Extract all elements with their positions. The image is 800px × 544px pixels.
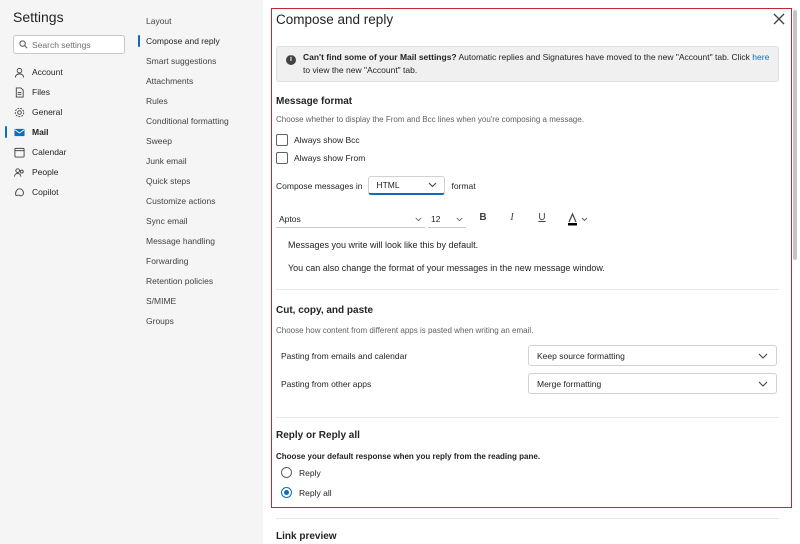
compose-format-select[interactable]: HTML — [368, 176, 446, 195]
message-format-heading: Message format — [276, 96, 353, 107]
chevron-down-icon — [415, 217, 422, 221]
paste-emails-label: Pasting from emails and calendar — [281, 351, 408, 361]
nav2-item-quick-steps[interactable]: Quick steps — [146, 175, 190, 187]
italic-button[interactable]: I — [505, 212, 519, 223]
nav-item-files[interactable]: Files — [14, 84, 50, 100]
always-show-from-checkbox[interactable]: Always show From — [276, 152, 365, 164]
person-icon — [14, 67, 25, 78]
nav2-item-message-handling[interactable]: Message handling — [146, 235, 215, 247]
checkbox-box[interactable] — [276, 152, 288, 164]
banner-text: Automatic replies and Signatures have mo… — [456, 52, 753, 62]
nav-item-people[interactable]: People — [14, 164, 58, 180]
nav2-item-junk-email[interactable]: Junk email — [146, 155, 187, 167]
nav-item-copilot[interactable]: Copilot — [14, 184, 58, 200]
nav2-item-layout[interactable]: Layout — [146, 15, 172, 27]
compose-label: Compose messages in — [276, 180, 363, 191]
nav2-item-compose-and-reply[interactable]: Compose and reply — [146, 35, 220, 47]
chevron-down-icon — [429, 182, 437, 188]
reply-heading: Reply or Reply all — [276, 430, 360, 441]
cut-copy-paste-desc: Choose how content from different apps i… — [276, 326, 534, 335]
banner-bold: Can't find some of your Mail settings? — [303, 52, 457, 62]
nav-item-general[interactable]: General — [14, 104, 62, 120]
paste-other-apps-label: Pasting from other apps — [281, 379, 372, 389]
always-show-bcc-checkbox[interactable]: Always show Bcc — [276, 134, 360, 146]
nav2-item-forwarding[interactable]: Forwarding — [146, 255, 189, 267]
file-icon — [14, 86, 25, 98]
format-toolbar: Aptos 12 — [276, 210, 466, 229]
bold-button[interactable]: B — [476, 212, 490, 223]
radio-circle[interactable] — [281, 467, 292, 478]
compose-format-row: Compose messages in HTML format — [276, 176, 476, 195]
font-size-select[interactable]: 12 — [428, 211, 466, 228]
nav2-item-smime[interactable]: S/MIME — [146, 295, 176, 307]
compose-suffix: format — [451, 180, 476, 191]
banner-text-2: to view the new "Account" tab. — [303, 65, 418, 75]
radio-circle-selected[interactable] — [281, 487, 292, 498]
nav2-item-smart-suggestions[interactable]: Smart suggestions — [146, 55, 216, 67]
settings-title: Settings — [13, 9, 64, 25]
bold-icon: B — [479, 212, 487, 223]
copilot-icon — [14, 187, 25, 198]
page-title: Compose and reply — [276, 12, 394, 27]
chevron-down-icon — [758, 353, 768, 359]
paste-emails-dropdown[interactable]: Keep source formatting — [528, 345, 777, 366]
divider — [276, 417, 779, 418]
nav2-item-sweep[interactable]: Sweep — [146, 135, 172, 147]
reply-all-radio[interactable]: Reply all — [281, 487, 332, 498]
message-format-desc: Choose whether to display the From and B… — [276, 115, 584, 124]
paste-other-apps-dropdown[interactable]: Merge formatting — [528, 373, 777, 394]
active-indicator — [5, 126, 7, 138]
preview-line-2: You can also change the format of your m… — [288, 263, 605, 273]
divider — [276, 289, 779, 290]
nav2-active-indicator — [138, 35, 140, 47]
font-select[interactable]: Aptos — [276, 211, 425, 228]
nav-item-calendar[interactable]: Calendar — [14, 144, 67, 160]
preview-line-1: Messages you write will look like this b… — [288, 240, 479, 250]
mail-icon — [14, 127, 25, 138]
nav-item-mail[interactable]: Mail — [14, 124, 49, 140]
settings-nav: Settings Search settings Account Files G… — [0, 0, 135, 544]
nav2-item-customize-actions[interactable]: Customize actions — [146, 195, 215, 207]
nav-item-account[interactable]: Account — [14, 64, 63, 80]
reply-desc: Choose your default response when you re… — [276, 452, 541, 461]
nav2-item-groups[interactable]: Groups — [146, 315, 174, 327]
close-icon — [773, 13, 785, 25]
search-placeholder: Search settings — [32, 39, 91, 50]
gear-icon — [14, 107, 25, 118]
nav2-item-attachments[interactable]: Attachments — [146, 75, 193, 87]
people-icon — [14, 167, 25, 178]
banner-link[interactable]: here — [752, 52, 769, 62]
close-button[interactable] — [772, 12, 786, 26]
divider — [276, 518, 779, 519]
font-color-icon — [568, 212, 588, 226]
nav2-item-retention-policies[interactable]: Retention policies — [146, 275, 213, 287]
checkbox-box[interactable] — [276, 134, 288, 146]
link-preview-heading: Link preview — [276, 531, 337, 542]
nav2-item-conditional-formatting[interactable]: Conditional formatting — [146, 115, 229, 127]
italic-icon: I — [510, 212, 514, 223]
chevron-down-icon — [758, 381, 768, 387]
underline-button[interactable]: U — [535, 212, 549, 223]
chevron-down-icon — [456, 217, 463, 221]
info-icon: i — [286, 55, 296, 65]
calendar-icon — [14, 147, 25, 158]
scrollbar[interactable] — [793, 10, 797, 260]
search-icon — [19, 40, 28, 49]
search-input[interactable]: Search settings — [13, 35, 125, 54]
info-banner: i Can't find some of your Mail settings?… — [276, 46, 779, 82]
nav2-item-sync-email[interactable]: Sync email — [146, 215, 188, 227]
nav2-item-rules[interactable]: Rules — [146, 95, 168, 107]
underline-icon: U — [538, 212, 546, 223]
reply-radio[interactable]: Reply — [281, 467, 321, 478]
cut-copy-paste-heading: Cut, copy, and paste — [276, 305, 374, 316]
mail-settings-nav: Layout Compose and reply Smart suggestio… — [135, 0, 263, 544]
font-color-button[interactable] — [565, 212, 591, 229]
